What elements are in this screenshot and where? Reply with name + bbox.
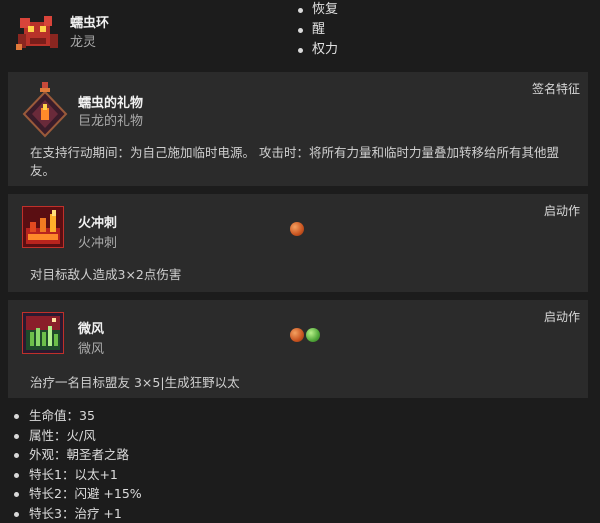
- trait-item: 醒: [298, 20, 338, 40]
- stat-perk-1: 特长1：以太+1: [14, 465, 142, 485]
- trait-item: 权力: [298, 40, 338, 60]
- fire-orb-icon: [290, 222, 304, 236]
- card-description: 对目标敌人造成3×2点伤害: [30, 266, 570, 284]
- fire-dash-icon: [22, 206, 64, 248]
- card-description: 治疗一名目标盟友 3×5|生成狂野以太: [30, 374, 570, 392]
- card-tag: 启动作: [544, 202, 580, 219]
- dragon-creature-icon: [14, 8, 62, 56]
- card-title: 火冲刺: [78, 212, 117, 231]
- monster-header: 蠕虫环 龙灵 恢复 醒 权力: [0, 0, 600, 64]
- aether-cost: [290, 222, 304, 236]
- card-description: 在支持行动期间：为自己施加临时电源。 攻击时：将所有力量和临时力量叠加转移给所有…: [30, 144, 570, 180]
- card-subtitle: 火冲刺: [78, 232, 117, 251]
- monster-name: 蠕虫环: [70, 12, 109, 31]
- action-card-breeze[interactable]: 微风 微风 启动作 治疗一名目标盟友 3×5|生成狂野以太: [8, 300, 588, 398]
- stat-perk-2: 特长2：闪避 +15%: [14, 484, 142, 504]
- stat-appearance: 外观：朝圣者之路: [14, 445, 142, 465]
- card-tag: 启动作: [544, 308, 580, 325]
- stat-perk-3: 特长3：治疗 +1: [14, 504, 142, 523]
- card-subtitle: 巨龙的礼物: [78, 110, 143, 129]
- aether-cost: [290, 328, 320, 342]
- stat-health: 生命值：35: [14, 406, 142, 426]
- dragon-sigil-icon: [22, 80, 68, 138]
- card-title: 微风: [78, 318, 104, 337]
- trait-item: 恢复: [298, 0, 338, 20]
- action-card-fire-dash[interactable]: 火冲刺 火冲刺 启动作 对目标敌人造成3×2点伤害: [8, 194, 588, 292]
- wind-orb-icon: [306, 328, 320, 342]
- card-subtitle: 微风: [78, 338, 104, 357]
- card-tag: 签名特征: [532, 80, 580, 97]
- card-title: 蠕虫的礼物: [78, 92, 143, 111]
- trait-list: 恢复 醒 权力: [298, 0, 338, 60]
- monster-type: 龙灵: [70, 31, 96, 50]
- stat-element: 属性：火/风: [14, 426, 142, 446]
- stats-list: 生命值：35 属性：火/风 外观：朝圣者之路 特长1：以太+1 特长2：闪避 +…: [14, 406, 142, 523]
- breeze-icon: [22, 312, 64, 354]
- fire-orb-icon: [290, 328, 304, 342]
- signature-trait-card[interactable]: 蠕虫的礼物 巨龙的礼物 签名特征 在支持行动期间：为自己施加临时电源。 攻击时：…: [8, 72, 588, 186]
